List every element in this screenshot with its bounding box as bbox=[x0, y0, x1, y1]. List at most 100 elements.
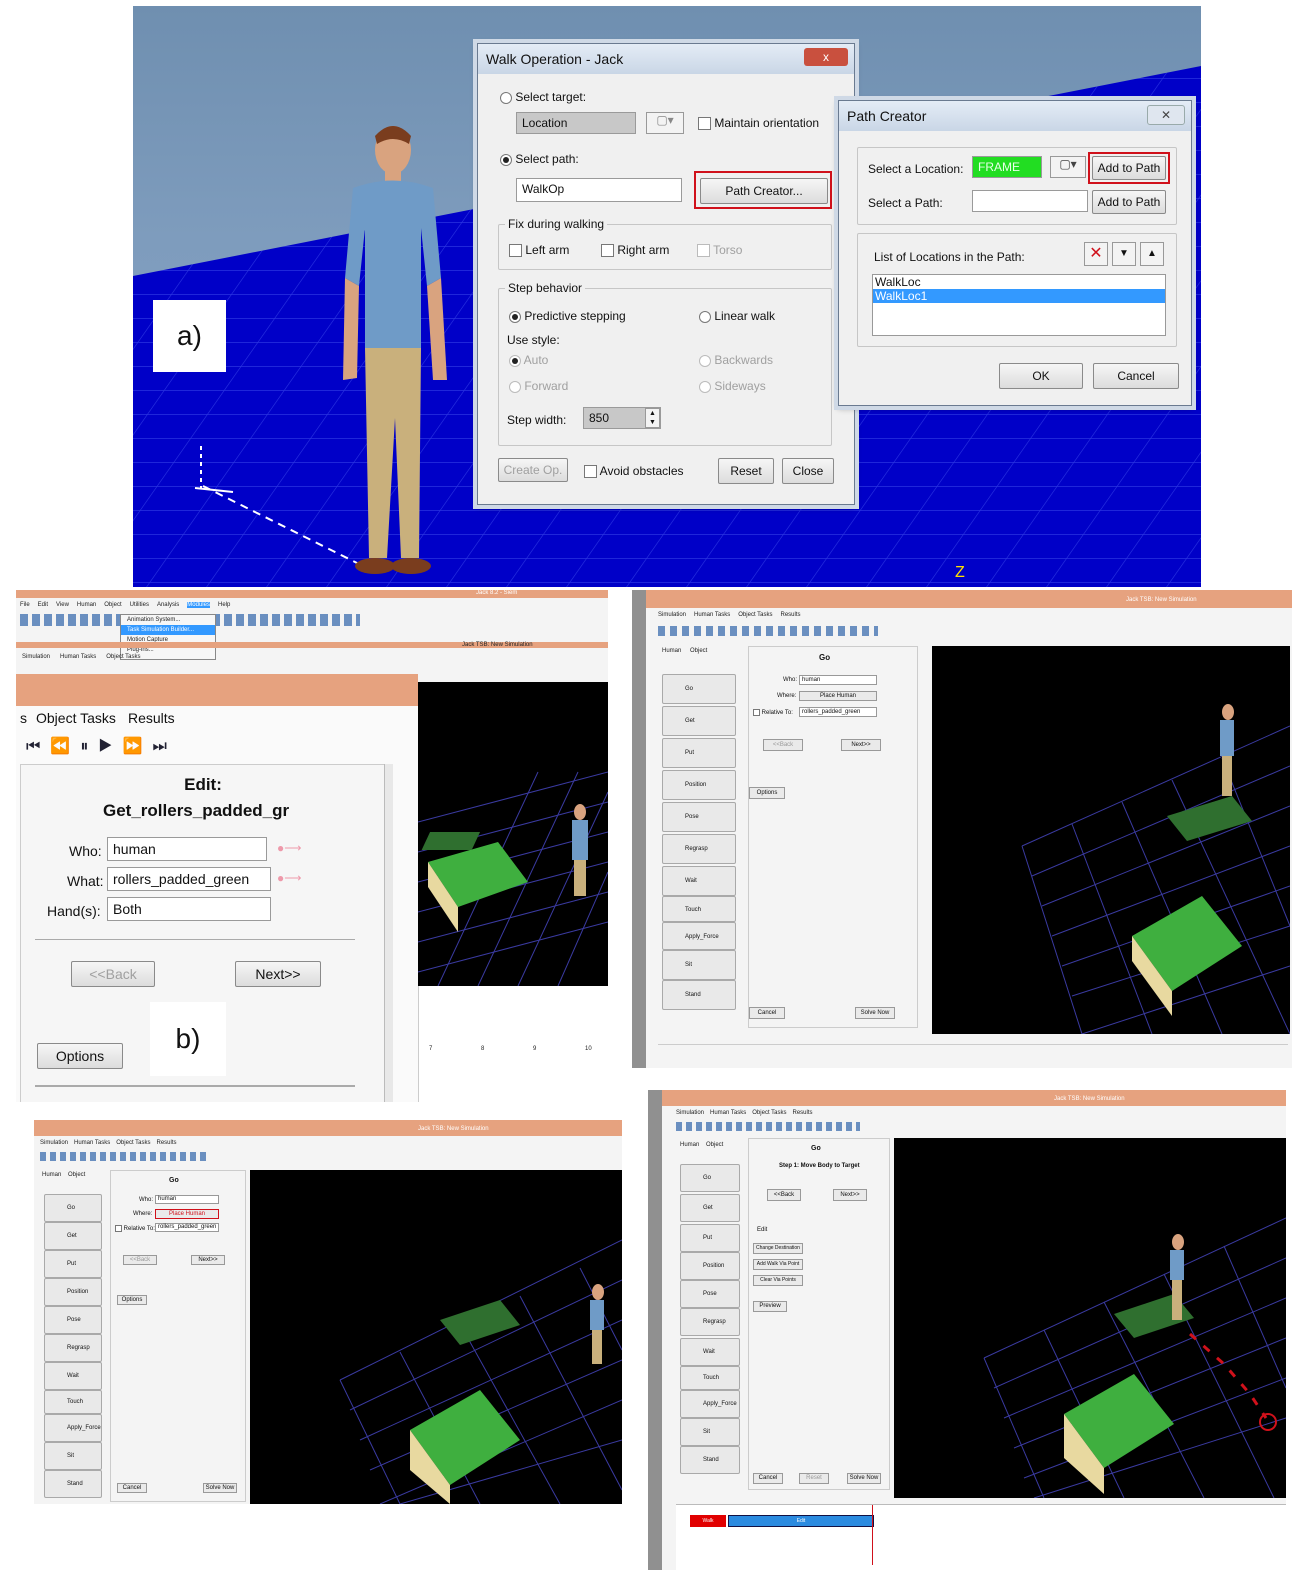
task-put-button[interactable]: Put bbox=[44, 1250, 102, 1278]
maintain-orientation-checkbox[interactable]: Maintain orientation bbox=[698, 116, 819, 131]
menu-help[interactable]: Help bbox=[218, 602, 230, 608]
select-path-option[interactable]: Select path: bbox=[500, 152, 579, 166]
go-next-button[interactable]: Next>> bbox=[841, 739, 881, 751]
menu-object[interactable]: Object bbox=[104, 602, 121, 608]
task-apply-force-button[interactable]: Apply_Force bbox=[680, 1390, 740, 1418]
playback-controls[interactable]: ⏮⏪⏸▶⏩⏭ bbox=[26, 736, 177, 756]
select-path-radio[interactable] bbox=[500, 153, 512, 166]
preview-button[interactable]: Preview bbox=[753, 1301, 787, 1312]
target-field[interactable]: Location bbox=[516, 112, 636, 134]
next-button[interactable]: Next>> bbox=[235, 961, 321, 987]
task-go-button[interactable]: Go bbox=[662, 674, 736, 704]
timeline-cursor[interactable] bbox=[872, 1505, 873, 1565]
sim-toolbar[interactable] bbox=[40, 1152, 210, 1161]
task-wait-button[interactable]: Wait bbox=[44, 1362, 102, 1390]
tab-object[interactable]: Object bbox=[68, 1172, 85, 1178]
menu-object-tasks[interactable]: Object Tasks bbox=[106, 654, 140, 660]
task-sit-button[interactable]: Sit bbox=[680, 1418, 740, 1446]
go-relative-select[interactable]: rollers_padded_green bbox=[155, 1223, 219, 1232]
task-touch-button[interactable]: Touch bbox=[44, 1390, 102, 1414]
walk-dialog-close-button[interactable]: x bbox=[804, 48, 848, 66]
task-pose-button[interactable]: Pose bbox=[662, 802, 736, 832]
avoid-obstacles-checkbox[interactable]: Avoid obstacles bbox=[584, 464, 684, 479]
add-walk-via-button[interactable]: Add Walk Via Point bbox=[753, 1259, 803, 1270]
go-options-button[interactable]: Options bbox=[749, 787, 785, 799]
task-wait-button[interactable]: Wait bbox=[662, 866, 736, 896]
task-position-button[interactable]: Position bbox=[662, 770, 736, 800]
reset-button[interactable]: Reset bbox=[718, 458, 774, 484]
what-pick-icon[interactable]: ●⟶ bbox=[277, 871, 301, 885]
task-go-button[interactable]: Go bbox=[44, 1194, 102, 1222]
go-solve-button[interactable]: Solve Now bbox=[203, 1483, 237, 1493]
menu-simulation[interactable]: Simulation bbox=[676, 1110, 704, 1116]
task-regrasp-button[interactable]: Regrasp bbox=[662, 834, 736, 864]
go-relative-select[interactable]: rollers_padded_green bbox=[799, 707, 877, 717]
go-options-button[interactable]: Options bbox=[117, 1295, 147, 1305]
select-target-radio[interactable] bbox=[500, 91, 512, 104]
task-touch-button[interactable]: Touch bbox=[680, 1366, 740, 1390]
task-put-button[interactable]: Put bbox=[662, 738, 736, 768]
task-pose-button[interactable]: Pose bbox=[44, 1306, 102, 1334]
location-picker-icon[interactable]: ▢▾ bbox=[1050, 156, 1086, 178]
add-to-path-button-path[interactable]: Add to Path bbox=[1092, 190, 1166, 214]
menu-file[interactable]: File bbox=[20, 602, 30, 608]
step-solve-button[interactable]: Solve Now bbox=[847, 1473, 881, 1484]
task-get-button[interactable]: Get bbox=[44, 1222, 102, 1250]
task-apply-force-button[interactable]: Apply_Force bbox=[44, 1414, 102, 1442]
tab-object[interactable]: Object bbox=[690, 648, 707, 654]
go-who-select[interactable]: human bbox=[799, 675, 877, 685]
tab-human[interactable]: Human bbox=[680, 1142, 699, 1148]
go-cancel-button[interactable]: Cancel bbox=[117, 1483, 147, 1493]
change-destination-button[interactable]: Change Destination bbox=[753, 1243, 803, 1254]
ok-button[interactable]: OK bbox=[999, 363, 1083, 389]
menu-human-tasks[interactable]: Human Tasks bbox=[694, 612, 730, 618]
menu-modules[interactable]: Modules bbox=[187, 602, 210, 608]
menu-edit[interactable]: Edit bbox=[38, 602, 48, 608]
zoom-tab-object-tasks[interactable]: Object Tasks bbox=[36, 710, 116, 726]
who-select[interactable]: human bbox=[107, 837, 267, 861]
who-pick-icon[interactable]: ●⟶ bbox=[277, 841, 301, 855]
select-target-option[interactable]: Select target: bbox=[500, 90, 586, 104]
task-apply-force-button[interactable]: Apply_Force bbox=[662, 922, 736, 950]
menu-results[interactable]: Results bbox=[157, 1140, 177, 1146]
linear-walk-option[interactable]: Linear walk bbox=[699, 309, 775, 323]
close-button[interactable]: Close bbox=[782, 458, 834, 484]
menu-object-tasks[interactable]: Object Tasks bbox=[738, 612, 772, 618]
path-field[interactable]: WalkOp bbox=[516, 178, 682, 202]
go-relative-label[interactable]: Relative To: bbox=[753, 709, 793, 716]
menu-results[interactable]: Results bbox=[781, 612, 801, 618]
tab-human[interactable]: Human bbox=[42, 1172, 61, 1178]
edit-form-scrollbar[interactable] bbox=[384, 764, 393, 1102]
menu-animation-system[interactable]: Animation System... bbox=[121, 615, 215, 625]
task-pose-button[interactable]: Pose bbox=[680, 1280, 740, 1308]
timeline-edit-block[interactable]: Edit bbox=[728, 1515, 874, 1527]
options-button[interactable]: Options bbox=[37, 1043, 123, 1069]
clear-via-button[interactable]: Clear Via Points bbox=[753, 1275, 803, 1286]
sim-toolbar[interactable] bbox=[676, 1122, 860, 1131]
task-sit-button[interactable]: Sit bbox=[662, 950, 736, 980]
menu-human-tasks[interactable]: Human Tasks bbox=[60, 654, 96, 660]
step-width-spinner[interactable]: ▲ ▼ bbox=[645, 408, 660, 428]
target-picker-icon[interactable]: ▢▾ bbox=[646, 112, 684, 134]
tab-human[interactable]: Human bbox=[662, 648, 681, 654]
menu-simulation[interactable]: Simulation bbox=[658, 612, 686, 618]
path-dialog-close-button[interactable]: ✕ bbox=[1147, 105, 1185, 125]
cancel-button[interactable]: Cancel bbox=[1093, 363, 1179, 389]
task-stand-button[interactable]: Stand bbox=[44, 1470, 102, 1498]
place-human-button[interactable]: Place Human bbox=[799, 691, 877, 701]
move-up-icon[interactable]: ▲ bbox=[1140, 242, 1164, 266]
go-relative-label[interactable]: Relative To: bbox=[115, 1225, 155, 1232]
task-get-button[interactable]: Get bbox=[662, 706, 736, 736]
menu-human-tasks[interactable]: Human Tasks bbox=[710, 1110, 746, 1116]
go-who-select[interactable]: human bbox=[155, 1195, 219, 1204]
step-next-button[interactable]: Next>> bbox=[833, 1189, 867, 1201]
menu-human[interactable]: Human bbox=[77, 602, 96, 608]
task-stand-button[interactable]: Stand bbox=[662, 980, 736, 1010]
tab-object[interactable]: Object bbox=[706, 1142, 723, 1148]
menu-simulation[interactable]: Simulation bbox=[40, 1140, 68, 1146]
task-get-button[interactable]: Get bbox=[680, 1194, 740, 1222]
right-arm-checkbox[interactable]: Right arm bbox=[601, 243, 669, 258]
menu-utilities[interactable]: Utilities bbox=[130, 602, 149, 608]
location-field[interactable]: FRAME bbox=[972, 156, 1042, 178]
task-go-button[interactable]: Go bbox=[680, 1164, 740, 1192]
